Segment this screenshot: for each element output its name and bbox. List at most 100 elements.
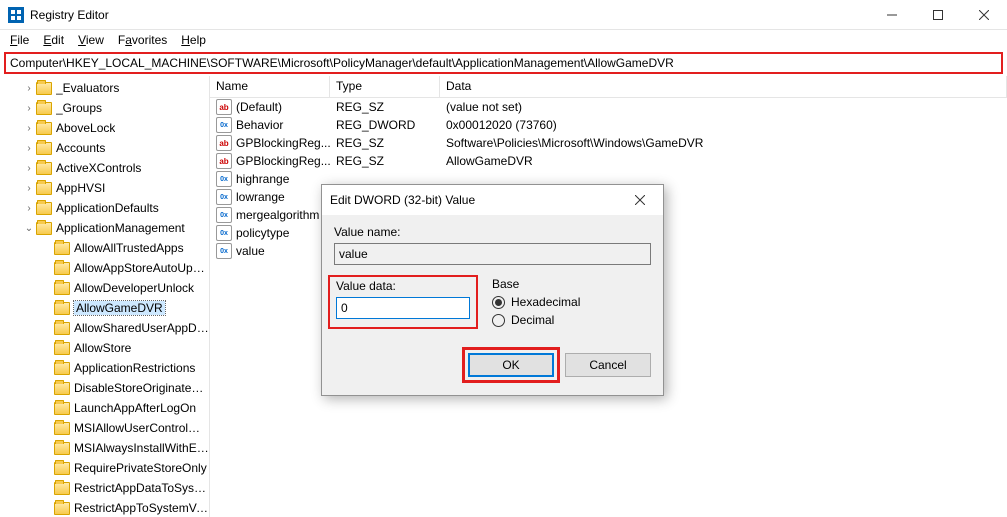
menu-file[interactable]: Fdocument.currentScript.previousElementS… (4, 31, 35, 49)
value-name: highrange (236, 172, 289, 186)
chevron-right-icon[interactable]: › (22, 123, 36, 134)
col-name[interactable]: Name (210, 76, 330, 97)
list-row[interactable]: (Default) REG_SZ(value not set) (210, 98, 1007, 116)
tree-item[interactable]: AllowDeveloperUnlock (0, 278, 209, 298)
close-button[interactable] (961, 0, 1007, 30)
tree-item-label: ApplicationDefaults (56, 201, 159, 215)
value-data: (value not set) (440, 100, 1007, 114)
tree-item-label: RestrictAppToSystemVolume (74, 501, 209, 515)
tree-item-label: AllowAppStoreAutoUpdate (74, 261, 209, 275)
list-header: Name Type Data (210, 76, 1007, 98)
tree-item-label: ActiveXControls (56, 161, 141, 175)
col-data[interactable]: Data (440, 76, 1007, 97)
tree-item-label: ApplicationManagement (56, 221, 185, 235)
value-type: REG_SZ (330, 136, 440, 150)
col-type[interactable]: Type (330, 76, 440, 97)
value-data-label: Value data: (336, 279, 470, 293)
chevron-down-icon[interactable]: ⌄ (22, 223, 36, 234)
string-value-icon (216, 153, 232, 169)
tree-item-label: AllowGameDVR (74, 301, 165, 315)
string-value-icon (216, 99, 232, 115)
tree-item[interactable]: AllowAllTrustedApps (0, 238, 209, 258)
tree-pane[interactable]: ›_Evaluators›_Groups›AboveLock›Accounts›… (0, 76, 210, 517)
tree-item[interactable]: › AppHVSI (0, 178, 209, 198)
minimize-button[interactable] (869, 0, 915, 30)
dword-value-icon (216, 225, 232, 241)
tree-item[interactable]: AllowSharedUserAppData (0, 318, 209, 338)
tree-item[interactable]: MSIAlwaysInstallWithElevatedPrivileges (0, 438, 209, 458)
folder-icon (36, 182, 52, 195)
tree-item[interactable]: ›AboveLock (0, 118, 209, 138)
tree-item[interactable]: ›_Evaluators (0, 78, 209, 98)
tree-item[interactable]: MSIAllowUserControlOverInstall (0, 418, 209, 438)
tree-item[interactable]: › ApplicationDefaults (0, 198, 209, 218)
tree-item[interactable]: ApplicationRestrictions (0, 358, 209, 378)
value-name-label: Value name: (334, 225, 651, 239)
folder-icon (54, 282, 70, 295)
value-data: 0x00012020 (73760) (440, 118, 1007, 132)
address-text: Computer\HKEY_LOCAL_MACHINE\SOFTWARE\Mic… (10, 56, 674, 70)
tree-item[interactable]: ›Accounts (0, 138, 209, 158)
titlebar: Registry Editor (0, 0, 1007, 30)
chevron-right-icon[interactable]: › (22, 83, 36, 94)
tree-item[interactable]: › ActiveXControls (0, 158, 209, 178)
menu-edit[interactable]: Edit (37, 31, 70, 49)
address-bar[interactable]: Computer\HKEY_LOCAL_MACHINE\SOFTWARE\Mic… (4, 52, 1003, 74)
maximize-button[interactable] (915, 0, 961, 30)
chevron-right-icon[interactable]: › (22, 103, 36, 114)
dword-value-icon (216, 243, 232, 259)
tree-item[interactable]: RestrictAppDataToSystemVolume (0, 478, 209, 498)
tree-item[interactable]: AllowGameDVR (0, 298, 209, 318)
dialog-close-button[interactable] (625, 185, 655, 215)
tree-item-label: DisableStoreOriginatedApps (74, 381, 209, 395)
value-name: GPBlockingReg... (236, 154, 330, 168)
tree-item[interactable]: RestrictAppToSystemVolume (0, 498, 209, 517)
dword-value-icon (216, 207, 232, 223)
tree-item-label: RequirePrivateStoreOnly (74, 461, 207, 475)
menu-view[interactable]: View (72, 31, 110, 49)
folder-icon (36, 82, 52, 95)
tree-item-label: AppHVSI (56, 181, 105, 195)
dword-value-icon (216, 189, 232, 205)
value-name: (Default) (236, 100, 282, 114)
tree-item[interactable]: ⌄ ApplicationManagement (0, 218, 209, 238)
dword-value-icon (216, 171, 232, 187)
tree-item-label: AllowSharedUserAppData (74, 321, 209, 335)
dword-value-icon (216, 117, 232, 133)
folder-icon (54, 322, 70, 335)
value-name: lowrange (236, 190, 285, 204)
tree-item[interactable]: DisableStoreOriginatedApps (0, 378, 209, 398)
chevron-right-icon[interactable]: › (22, 143, 36, 154)
tree-item-label: ApplicationRestrictions (74, 361, 195, 375)
value-data: AllowGameDVR (440, 154, 1007, 168)
list-row[interactable]: BehaviorREG_DWORD0x00012020 (73760) (210, 116, 1007, 134)
menu-favorites[interactable]: Favorites (112, 31, 173, 49)
list-row[interactable]: GPBlockingReg...REG_SZSoftware\Policies\… (210, 134, 1007, 152)
radio-hexadecimal[interactable]: Hexadecimal (492, 295, 651, 309)
radio-decimal[interactable]: Decimal (492, 313, 651, 327)
edit-dword-dialog: Edit DWORD (32-bit) Value Value name: Va… (321, 184, 664, 396)
cancel-button[interactable]: Cancel (565, 353, 651, 377)
dialog-title: Edit DWORD (32-bit) Value (330, 193, 625, 207)
value-name-input[interactable] (334, 243, 651, 265)
folder-icon (54, 362, 70, 375)
folder-icon (54, 402, 70, 415)
tree-item[interactable]: LaunchAppAfterLogOn (0, 398, 209, 418)
chevron-right-icon[interactable]: › (22, 163, 36, 174)
list-row[interactable]: GPBlockingReg...REG_SZAllowGameDVR (210, 152, 1007, 170)
dialog-titlebar[interactable]: Edit DWORD (32-bit) Value (322, 185, 663, 215)
folder-icon (36, 222, 52, 235)
ok-button[interactable]: OK (468, 353, 554, 377)
folder-icon (54, 262, 70, 275)
tree-item[interactable]: RequirePrivateStoreOnly (0, 458, 209, 478)
tree-item[interactable]: AllowStore (0, 338, 209, 358)
menu-help[interactable]: Help (175, 31, 212, 49)
chevron-right-icon[interactable]: › (22, 203, 36, 214)
radio-hex-label: Hexadecimal (511, 295, 580, 309)
folder-icon (54, 422, 70, 435)
tree-item[interactable]: AllowAppStoreAutoUpdate (0, 258, 209, 278)
chevron-right-icon[interactable]: › (22, 183, 36, 194)
tree-item[interactable]: ›_Groups (0, 98, 209, 118)
value-type: REG_SZ (330, 100, 440, 114)
value-data-input[interactable] (336, 297, 470, 319)
